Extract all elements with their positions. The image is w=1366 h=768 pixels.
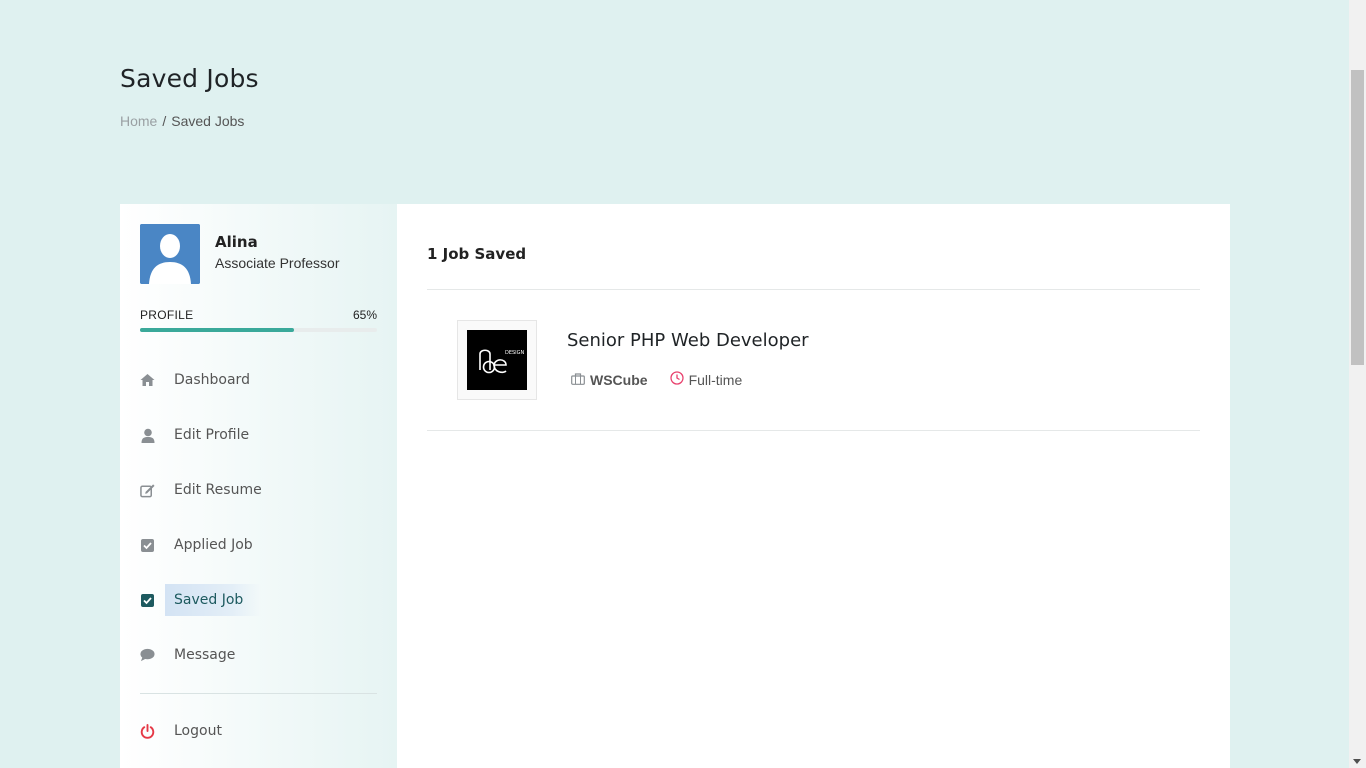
breadcrumb-separator: / (162, 113, 167, 129)
profile-progress-label: PROFILE (140, 308, 194, 322)
divider (427, 289, 1200, 290)
profile-progress-bar (140, 328, 377, 332)
briefcase-icon (571, 372, 585, 388)
logout-button[interactable]: Logout (140, 714, 340, 748)
sidebar-item-message[interactable]: Message (140, 638, 340, 672)
clock-icon (669, 371, 684, 388)
user-silhouette-icon (140, 224, 200, 284)
company-logo[interactable]: DESIGN (457, 320, 537, 400)
saved-jobs-panel: 1 Job Saved DESIGN Senior PHP Web Develo… (397, 204, 1230, 768)
company-name: WSCube (590, 371, 648, 388)
design-logo-icon: DESIGN (467, 330, 527, 390)
saved-jobs-count: 1 Job Saved (427, 245, 527, 263)
logo-text: DESIGN (505, 350, 525, 356)
sidebar-item-label: Edit Resume (174, 482, 262, 498)
logout-label: Logout (174, 723, 222, 739)
checkbox-icon (140, 538, 155, 553)
sidebar-item-applied-job[interactable]: Applied Job (140, 528, 340, 562)
sidebar-divider (140, 693, 377, 694)
scrollbar-thumb[interactable] (1351, 70, 1364, 365)
sidebar-item-saved-job[interactable]: Saved Job (140, 583, 340, 617)
job-title-link[interactable]: Senior PHP Web Developer (567, 330, 809, 351)
edit-icon (140, 483, 155, 498)
profile-progress-fill (140, 328, 295, 332)
profile-progress-percent: 65% (353, 308, 378, 322)
divider (427, 430, 1200, 431)
sidebar-item-label: Message (174, 647, 236, 663)
vertical-scrollbar[interactable] (1349, 0, 1366, 768)
sidebar-item-label: Edit Profile (174, 427, 250, 443)
sidebar-item-dashboard[interactable]: Dashboard (140, 363, 340, 397)
job-meta: WSCube Full-time (571, 371, 742, 388)
sidebar-item-label: Saved Job (165, 584, 261, 616)
power-icon (140, 723, 155, 739)
sidebar: Alina Associate Professor PROFILE 65% Da… (120, 204, 397, 768)
job-type: Full-time (688, 371, 743, 388)
breadcrumb-home-link[interactable]: Home (120, 113, 157, 129)
sidebar-item-label: Dashboard (174, 372, 250, 388)
page-title: Saved Jobs (120, 64, 259, 93)
company-logo-image: DESIGN (467, 330, 527, 390)
chat-bubble-icon (140, 648, 155, 663)
avatar[interactable] (140, 224, 200, 284)
user-name: Alina (215, 233, 258, 251)
user-role: Associate Professor (215, 255, 340, 271)
checkbox-checked-icon (140, 593, 155, 608)
breadcrumb: Home / Saved Jobs (120, 113, 244, 129)
sidebar-item-edit-resume[interactable]: Edit Resume (140, 473, 340, 507)
breadcrumb-current: Saved Jobs (171, 113, 245, 129)
scroll-down-arrow-icon[interactable] (1353, 759, 1361, 764)
home-icon (140, 373, 155, 388)
sidebar-item-label: Applied Job (174, 537, 253, 553)
user-icon (140, 428, 155, 443)
sidebar-item-edit-profile[interactable]: Edit Profile (140, 418, 340, 452)
